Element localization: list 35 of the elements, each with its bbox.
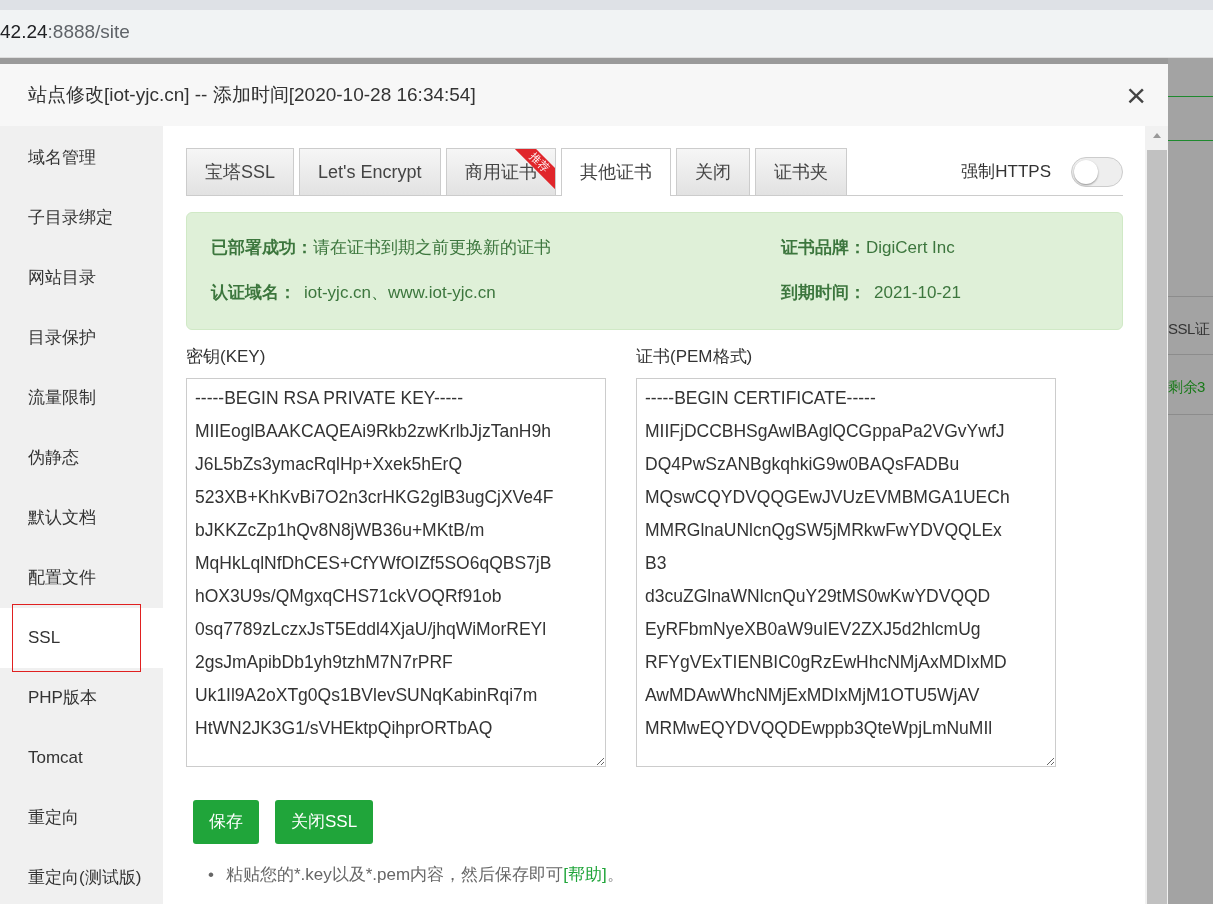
bullet-mark: • xyxy=(208,864,214,886)
modal-title: 站点修改[iot-yjc.cn] -- 添加时间[2020-10-28 16:34:54] xyxy=(28,82,476,107)
sidebar-item[interactable]: 重定向(测试版) xyxy=(0,848,163,904)
sidebar-item[interactable]: 目录保护 xyxy=(0,308,163,368)
toggle-switch[interactable] xyxy=(1071,156,1123,187)
help-note: 粘贴您的*.key以及*.pem内容，然后保存即可[帮助]。 xyxy=(225,864,624,886)
sidebar-item[interactable]: 域名管理 xyxy=(0,128,163,188)
close-button[interactable]: × xyxy=(1126,78,1146,112)
tab[interactable]: 其他证书 xyxy=(560,148,671,196)
sidebar-item[interactable]: 网站目录 xyxy=(0,248,163,308)
sidebar-item[interactable]: 默认文档 xyxy=(0,488,163,548)
status-text: 已部署成功：请在证书到期之前更换新的证书 xyxy=(211,237,552,259)
tab[interactable]: 宝塔SSL xyxy=(186,148,295,195)
tab[interactable]: 证书夹 xyxy=(754,148,847,195)
background-text: 剩余3 xyxy=(1168,377,1205,397)
sidebar-item[interactable]: 重定向 xyxy=(0,788,163,848)
sidebar-item[interactable]: Tomcat xyxy=(0,728,163,788)
sidebar-item[interactable]: 子目录绑定 xyxy=(0,188,163,248)
sidebar-item[interactable]: 伪静态 xyxy=(0,428,163,488)
tab[interactable]: 关闭 xyxy=(675,148,750,195)
key-label: 密钥(KEY) xyxy=(186,346,267,368)
expiry-text: 到期时间： 2021-10-21 xyxy=(781,282,962,304)
sidebar-item[interactable]: 配置文件 xyxy=(0,548,163,608)
domains-text: 认证域名： iot-yjc.cn、www.iot-yjc.cn xyxy=(211,282,497,304)
key-textarea[interactable]: -----BEGIN RSA PRIVATE KEY----- MIIEoglBAAKCAQEAi9Rkb2zwKrlbJjzTanH9h J6L5bZs3ymacRqlHp+Xxek5hErQ 523XB+KhKvBi7O2n3crHKG2glB3ugCjXVe4F bJKKZcZp1hQv8N8jWB36u+MKtB/m MqHkLqlNfDhCES+CfYWfOIZf5SO6qQBS7jB hOX3U9s/QMgxqCHS71ckVOQRf91ob 0sq7789zLczxJsT5Eddl4XjaU/jhqWiMorREYl 2gsJmApibDb1yh9tzhM7N7rPRF Uk1Il9A2oXTg0Qs1BVlevSUNqKabinRqi7m HtWN2JK3G1/sVHEktpQihprORTbAQ xyxy=(186,377,606,767)
cert-textarea[interactable]: -----BEGIN CERTIFICATE----- MIIFjDCCBHSgAwlBAglQCGppaPa2VGvYwfJ DQ4PwSzANBgkqhkiG9w0BAQsFADBu MQswCQYDVQQGEwJVUzEVMBMGA1UECh MMRGlnaUNlcnQgSW5jMRkwFwYDVQQLEx B3 d3cuZGlnaWNlcnQuY29tMS0wKwYDVQQD EyRFbmNyeXB0aW9uIEV2ZXJ5d2hlcmUg RFYgVExTIENBIC0gRzEwHhcNMjAxMDIxMD AwMDAwWhcNMjExMDIxMjM1OTU5WjAV MRMwEQYDVQQDEwppb3QteWpjLmNuMIl xyxy=(636,377,1056,767)
tab[interactable]: Let's Encrypt xyxy=(299,148,441,195)
sidebar-item[interactable]: 流量限制 xyxy=(0,368,163,428)
address-bar[interactable]: 42.24:8888/site xyxy=(0,10,1213,58)
sidebar-item[interactable]: PHP版本 xyxy=(0,668,163,728)
cert-label: 证书(PEM格式) xyxy=(636,346,754,368)
scrollbar[interactable] xyxy=(1145,126,1168,904)
force-https-label: 强制HTTPS xyxy=(961,160,1051,183)
brand-text: 证书品牌：DigiCert Inc xyxy=(781,237,956,259)
background-text: SSL证 xyxy=(1168,319,1210,339)
